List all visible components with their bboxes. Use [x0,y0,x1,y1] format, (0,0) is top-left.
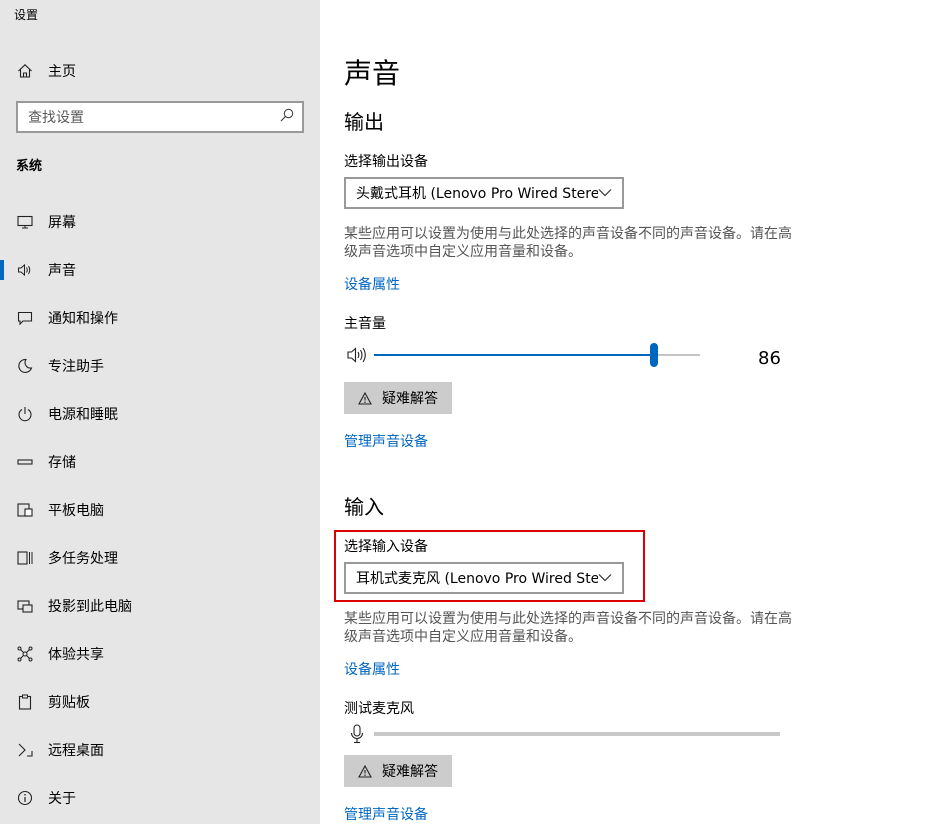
volume-speaker-icon[interactable] [347,346,369,368]
sidebar-item-power[interactable]: 电源和睡眠 [0,390,320,438]
output-device-select[interactable]: 头戴式耳机 (Lenovo Pro Wired Stere... [344,177,624,209]
power-icon [16,405,34,423]
chevron-down-icon [598,185,612,201]
output-manage-link[interactable]: 管理声音设备 [344,431,428,451]
microphone-icon [350,724,364,748]
meter-track [374,732,780,736]
volume-value: 86 [758,348,781,369]
sidebar-item-label: 远程桌面 [48,743,104,759]
warning-icon [358,764,372,778]
search-placeholder: 查找设置 [28,110,84,126]
output-device-label: 选择输出设备 [344,154,428,170]
sidebar-item-storage[interactable]: 存储 [0,438,320,486]
active-indicator [0,260,4,280]
output-description: 某些应用可以设置为使用与此处选择的声音设备不同的声音设备。请在高级声音选项中自定… [344,226,792,260]
sidebar-item-project[interactable]: 投影到此电脑 [0,582,320,630]
mic-level-meter [374,722,780,746]
sidebar-item-label: 平板电脑 [48,503,104,519]
project-icon [16,597,34,615]
warning-icon [358,391,372,405]
page-title: 声音 [344,57,401,90]
sidebar-home[interactable]: 主页 [16,60,76,82]
multitask-icon [16,549,34,567]
sidebar-item-remote-desktop[interactable]: 远程桌面 [0,726,320,774]
sidebar-item-label: 存储 [48,455,76,471]
mic-test-control [344,722,784,746]
info-icon [16,789,34,807]
sidebar-item-multitasking[interactable]: 多任务处理 [0,534,320,582]
output-heading: 输出 [344,110,384,134]
master-volume-slider[interactable] [374,342,700,368]
sidebar-item-sound[interactable]: 声音 [0,246,320,294]
input-manage-link[interactable]: 管理声音设备 [344,804,428,824]
master-volume-control [344,342,704,368]
storage-icon [16,453,34,471]
input-device-label: 选择输入设备 [344,539,428,555]
moon-icon [16,357,34,375]
input-properties-link[interactable]: 设备属性 [344,659,400,679]
sidebar-item-display[interactable]: 屏幕 [0,198,320,246]
sidebar-item-label: 电源和睡眠 [48,407,118,423]
sidebar-item-label: 专注助手 [48,359,104,375]
main-content: 声音 输出 选择输出设备 头戴式耳机 (Lenovo Pro Wired Ste… [334,0,924,824]
slider-fill [374,354,654,356]
input-troubleshoot-button[interactable]: 疑难解答 [344,755,452,787]
sidebar-item-focus-assist[interactable]: 专注助手 [0,342,320,390]
input-description: 某些应用可以设置为使用与此处选择的声音设备不同的声音设备。请在高级声音选项中自定… [344,611,792,645]
sidebar-item-label: 通知和操作 [48,311,118,327]
sidebar-item-tablet[interactable]: 平板电脑 [0,486,320,534]
tablet-icon [16,501,34,519]
sidebar-item-label: 剪贴板 [48,695,90,711]
troubleshoot-label: 疑难解答 [382,764,438,780]
sidebar-nav: 屏幕 声音 通知和操作 专注助手 电源和睡眠 存储 平板电脑 多任务处理 投影到… [0,198,320,822]
sidebar-item-about[interactable]: 关于 [0,774,320,822]
sidebar-item-label: 屏幕 [48,215,76,231]
input-heading: 输入 [344,495,384,519]
chevron-down-icon [598,570,612,586]
sidebar-item-notifications[interactable]: 通知和操作 [0,294,320,342]
sidebar-item-clipboard[interactable]: 剪贴板 [0,678,320,726]
sidebar-item-label: 多任务处理 [48,551,118,567]
section-label: 系统 [16,159,43,174]
share-icon [16,645,34,663]
master-volume-label: 主音量 [344,316,386,332]
display-icon [16,213,34,231]
sidebar-item-label: 声音 [48,263,76,279]
sidebar-item-label: 投影到此电脑 [48,599,132,615]
sidebar: 设置 主页 查找设置 系统 屏幕 声音 通知和操作 专注助手 电源和睡眠 存储 … [0,0,320,824]
output-device-value: 头戴式耳机 (Lenovo Pro Wired Stere... [356,186,598,202]
clipboard-icon [16,693,34,711]
test-mic-label: 测试麦克风 [344,701,414,717]
slider-thumb[interactable] [650,343,658,367]
troubleshoot-label: 疑难解答 [382,391,438,407]
notification-icon [16,309,34,327]
output-properties-link[interactable]: 设备属性 [344,274,400,294]
sidebar-home-label: 主页 [48,64,76,80]
app-title: 设置 [14,8,39,22]
search-icon[interactable] [280,108,294,126]
home-icon [16,62,34,80]
sidebar-item-label: 体验共享 [48,647,104,663]
output-troubleshoot-button[interactable]: 疑难解答 [344,382,452,414]
sidebar-item-label: 关于 [48,791,76,807]
input-device-select[interactable]: 耳机式麦克风 (Lenovo Pro Wired Ste... [344,562,624,594]
input-device-value: 耳机式麦克风 (Lenovo Pro Wired Ste... [356,571,598,587]
speaker-icon [16,261,34,279]
search-input[interactable]: 查找设置 [16,101,304,133]
remote-desktop-icon [16,741,34,759]
sidebar-item-shared-experiences[interactable]: 体验共享 [0,630,320,678]
